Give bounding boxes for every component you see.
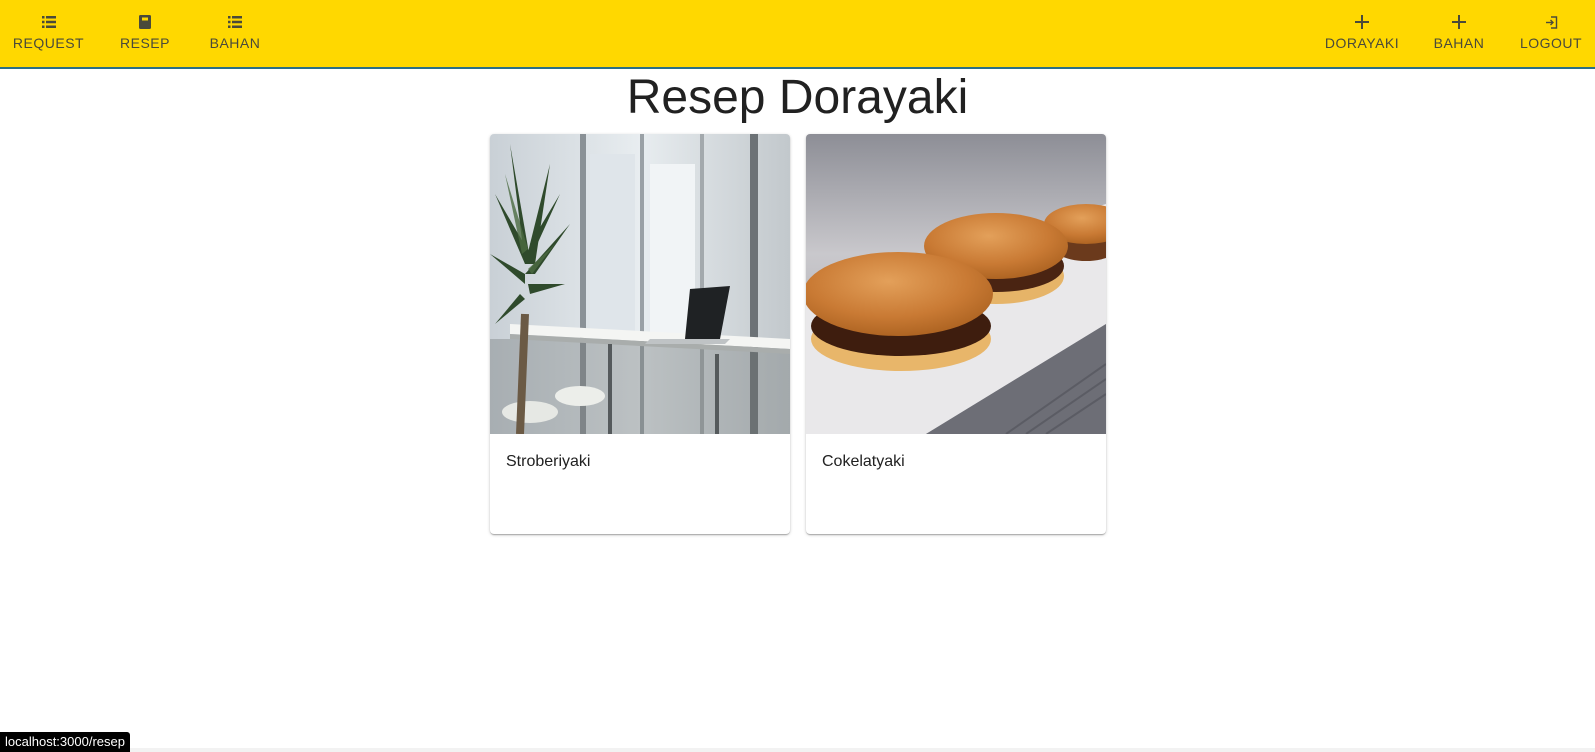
- recipe-card-cokelatyaki[interactable]: Cokelatyaki: [806, 134, 1106, 534]
- nav-bahan-label: BAHAN: [209, 35, 261, 51]
- plus-icon: [1451, 14, 1467, 30]
- logout-button[interactable]: LOGOUT: [1510, 0, 1592, 67]
- page-title: Resep Dorayaki: [626, 71, 969, 124]
- app-bar: REQUEST RESEP BAHAN DORAYAKI BAHAN LOGOU…: [0, 0, 1595, 69]
- book-icon: [137, 14, 153, 30]
- list-icon: [41, 14, 57, 30]
- recipe-card-stroberiyaki[interactable]: Stroberiyaki: [490, 134, 790, 534]
- nav-resep-label: RESEP: [120, 35, 170, 51]
- list-icon: [227, 14, 243, 30]
- nav-request-button[interactable]: REQUEST: [0, 0, 97, 67]
- bottom-divider: [0, 748, 1595, 752]
- status-bar-url: localhost:3000/resep: [0, 732, 130, 752]
- add-dorayaki-label: DORAYAKI: [1324, 35, 1400, 51]
- nav-request-label: REQUEST: [12, 35, 85, 51]
- office-window-laptop-photo: [490, 134, 790, 434]
- add-bahan-label: BAHAN: [1433, 35, 1485, 51]
- card-title: Stroberiyaki: [506, 453, 591, 470]
- card-title: Cokelatyaki: [822, 453, 905, 470]
- add-dorayaki-button[interactable]: DORAYAKI: [1312, 0, 1412, 67]
- nav-bahan-button[interactable]: BAHAN: [197, 0, 273, 67]
- dorayaki-plate-photo: [806, 134, 1106, 434]
- logout-label: LOGOUT: [1519, 35, 1583, 51]
- plus-icon: [1354, 14, 1370, 30]
- logout-icon: [1543, 14, 1559, 30]
- nav-resep-button[interactable]: RESEP: [107, 0, 183, 67]
- add-bahan-button[interactable]: BAHAN: [1420, 0, 1498, 67]
